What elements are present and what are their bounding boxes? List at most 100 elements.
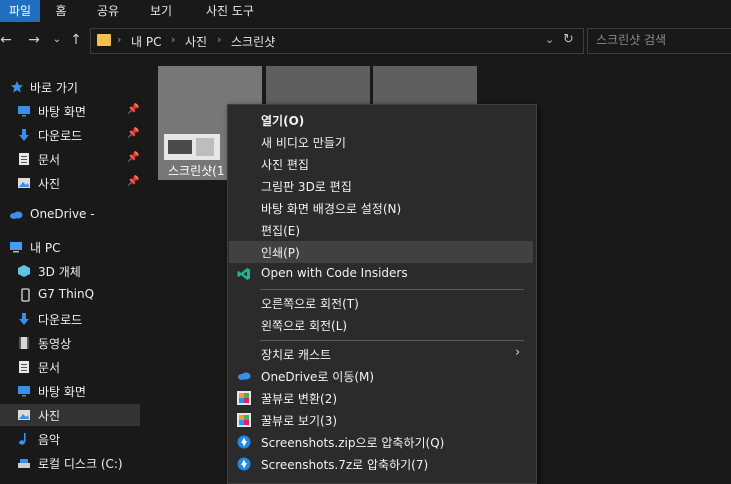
bandizip-icon — [237, 457, 251, 471]
nav-item-label: 바로 가기 — [30, 81, 78, 95]
menu-item-open[interactable]: 열기(O) — [229, 109, 533, 131]
nav-item-label: 사진 — [38, 409, 61, 423]
desktop-icon — [18, 106, 30, 117]
nav-item-local-disk[interactable]: 로컬 디스크 (C:) — [0, 452, 140, 474]
tab-home[interactable]: 홈 — [46, 0, 76, 22]
nav-item-music[interactable]: 음악 — [0, 428, 140, 450]
document-icon — [19, 153, 29, 165]
breadcrumb-separator[interactable]: › — [171, 33, 175, 46]
nav-item-label: 3D 개체 — [38, 265, 81, 279]
breadcrumb-separator[interactable]: › — [117, 33, 121, 46]
pictures-icon — [18, 410, 30, 420]
pin-icon[interactable]: 📌 — [127, 128, 139, 139]
address-row: ← → ⌄ ↑ › 내 PC › 사진 › 스크린샷 ⌄ ↻ — [0, 22, 731, 60]
search-input[interactable] — [596, 32, 724, 48]
menu-item-label: 꿀뷰로 변환(2) — [261, 392, 338, 406]
music-icon — [19, 433, 26, 445]
breadcrumb-pictures[interactable]: 사진 — [185, 33, 207, 50]
bandizip-icon — [237, 435, 251, 449]
menu-item-set-background[interactable]: 바탕 화면 배경으로 설정(N) — [229, 197, 533, 219]
menu-item-label: 새 비디오 만들기 — [261, 136, 346, 150]
menu-item-new-video[interactable]: 새 비디오 만들기 — [229, 131, 533, 153]
submenu-arrow-icon: › — [515, 345, 521, 360]
nav-item-label: OneDrive - — [30, 207, 95, 221]
search-box[interactable] — [587, 28, 731, 54]
menu-item-compress-7z[interactable]: Screenshots.7z로 압축하기(7) — [229, 453, 533, 475]
star-icon — [11, 81, 23, 93]
menu-item-label: 열기(O) — [261, 114, 305, 128]
nav-item-downloads-pc[interactable]: 다운로드 — [0, 308, 140, 330]
nav-item-label: 로컬 디스크 (C:) — [38, 457, 123, 471]
nav-item-onedrive[interactable]: OneDrive - — [0, 204, 140, 226]
nav-item-pictures-pc[interactable]: 사진 — [0, 404, 140, 426]
tab-share[interactable]: 공유 — [88, 0, 128, 22]
menu-item-print[interactable]: 인쇄(P) — [229, 241, 533, 263]
tab-picture-tools[interactable]: 사진 도구 — [196, 0, 264, 22]
menu-item-label: Screenshots.zip으로 압축하기(Q) — [261, 436, 445, 450]
nav-item-pictures[interactable]: 사진 📌 — [0, 172, 140, 194]
breadcrumb-this-pc[interactable]: 내 PC — [131, 33, 161, 50]
desktop-icon — [18, 386, 30, 397]
thumbnail-image — [164, 134, 220, 160]
menu-item-edit-paint3d[interactable]: 그림판 3D로 편집 — [229, 175, 533, 197]
address-bar[interactable]: › 내 PC › 사진 › 스크린샷 ⌄ ↻ — [90, 28, 584, 54]
up-button[interactable]: ↑ — [66, 30, 86, 50]
nav-item-this-pc[interactable]: 내 PC — [0, 236, 140, 258]
nav-item-label: 다운로드 — [38, 313, 83, 327]
nav-item-label: 바탕 화면 — [38, 385, 86, 399]
3d-objects-icon — [18, 265, 30, 277]
nav-item-label: 바탕 화면 — [38, 105, 86, 119]
recent-locations-button[interactable]: ⌄ — [47, 30, 67, 50]
menu-item-honeyview-convert[interactable]: 꿀뷰로 변환(2) — [229, 387, 533, 409]
menu-item-edit[interactable]: 편집(E) — [229, 219, 533, 241]
nav-item-downloads[interactable]: 다운로드 📌 — [0, 124, 140, 146]
menu-item-honeyview-view[interactable]: 꿀뷰로 보기(3) — [229, 409, 533, 431]
folder-icon — [97, 34, 111, 46]
breadcrumb-screenshots[interactable]: 스크린샷 — [231, 33, 275, 50]
menu-item-label: Screenshots.7z로 압축하기(7) — [261, 458, 429, 472]
back-button[interactable]: ← — [0, 30, 16, 50]
forward-button[interactable]: → — [24, 30, 44, 50]
ribbon-tabs: 파일 홈 공유 보기 사진 도구 — [0, 0, 731, 22]
menu-item-compress-zip[interactable]: Screenshots.zip으로 압축하기(Q) — [229, 431, 533, 453]
download-icon — [19, 313, 29, 325]
menu-item-rotate-left[interactable]: 왼쪽으로 회전(L) — [229, 314, 533, 336]
nav-item-desktop[interactable]: 바탕 화면 📌 — [0, 100, 140, 122]
nav-item-g7-thinq[interactable]: G7 ThinQ — [0, 284, 140, 306]
address-dropdown-icon[interactable]: ⌄ — [545, 33, 554, 46]
menu-item-label: 오른쪽으로 회전(T) — [261, 297, 359, 311]
nav-item-label: 사진 — [38, 177, 61, 191]
menu-item-rotate-right[interactable]: 오른쪽으로 회전(T) — [229, 292, 533, 314]
nav-item-documents[interactable]: 문서 📌 — [0, 148, 140, 170]
honeyview-icon — [237, 413, 251, 427]
nav-item-videos[interactable]: 동영상 — [0, 332, 140, 354]
menu-item-open-code-insiders[interactable]: Open with Code Insiders — [229, 263, 533, 285]
tab-file[interactable]: 파일 — [0, 0, 40, 22]
nav-item-documents-pc[interactable]: 문서 — [0, 356, 140, 378]
menu-item-label: 바탕 화면 배경으로 설정(N) — [261, 202, 402, 216]
pin-icon[interactable]: 📌 — [127, 176, 139, 187]
menu-item-edit-photo[interactable]: 사진 편집 — [229, 153, 533, 175]
nav-item-quick-access[interactable]: 바로 가기 — [0, 76, 140, 98]
menu-item-label: 그림판 3D로 편집 — [261, 180, 352, 194]
pin-icon[interactable]: 📌 — [127, 152, 139, 163]
breadcrumb-separator[interactable]: › — [217, 33, 221, 46]
context-menu: 열기(O) 새 비디오 만들기 사진 편집 그림판 3D로 편집 바탕 화면 배… — [227, 104, 537, 484]
pictures-icon — [18, 178, 30, 188]
honeyview-icon — [237, 391, 251, 405]
nav-item-label: 내 PC — [30, 241, 61, 255]
phone-icon — [21, 288, 30, 302]
menu-item-label: 왼쪽으로 회전(L) — [261, 319, 348, 333]
menu-item-cast-to-device[interactable]: 장치로 캐스트 › — [229, 343, 533, 365]
nav-item-label: 동영상 — [38, 337, 72, 351]
nav-item-3d-objects[interactable]: 3D 개체 — [0, 260, 140, 282]
pin-icon[interactable]: 📌 — [127, 104, 139, 115]
menu-item-move-to-onedrive[interactable]: OneDrive로 이동(M) — [229, 365, 533, 387]
refresh-icon[interactable]: ↻ — [563, 32, 574, 47]
tab-view[interactable]: 보기 — [141, 0, 181, 22]
onedrive-icon — [238, 372, 251, 380]
menu-item-label: 꿀뷰로 보기(3) — [261, 414, 338, 428]
nav-item-label: 음악 — [38, 433, 61, 447]
drive-icon — [18, 459, 30, 468]
nav-item-desktop-pc[interactable]: 바탕 화면 — [0, 380, 140, 402]
